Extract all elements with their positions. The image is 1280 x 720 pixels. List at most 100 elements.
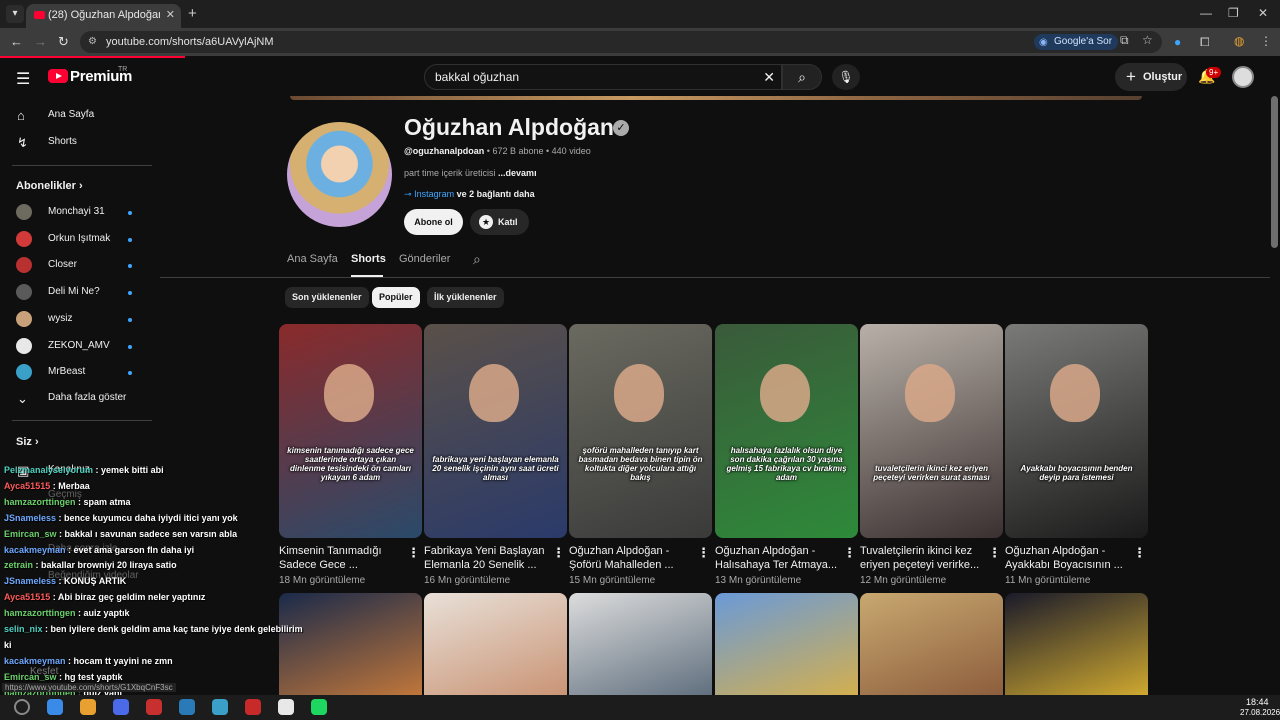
sidebar-item-subscription[interactable]: wysiz bbox=[0, 307, 150, 333]
tab-home[interactable]: Ana Sayfa bbox=[287, 253, 338, 265]
short-thumbnail[interactable]: Ayakkabı boyacısının benden deyip para i… bbox=[1005, 324, 1148, 538]
chat-username[interactable]: JSnameless bbox=[4, 576, 56, 586]
taskbar-app-icon[interactable] bbox=[179, 699, 195, 715]
taskbar-app-icon[interactable] bbox=[278, 699, 294, 715]
taskbar-app-icon[interactable] bbox=[311, 699, 327, 715]
tab-close-icon[interactable]: ✕ bbox=[166, 8, 175, 21]
sidebar-item-shorts[interactable]: ↯ Shorts bbox=[0, 130, 150, 156]
chat-username[interactable]: Pelzmanalyselyorum bbox=[4, 465, 93, 475]
short-thumbnail[interactable] bbox=[715, 593, 858, 703]
search-input[interactable]: bakkal oğuzhan bbox=[435, 70, 519, 84]
taskbar-app-icon[interactable] bbox=[212, 699, 228, 715]
taskbar-app-icon[interactable] bbox=[80, 699, 96, 715]
clock-date[interactable]: 27.08.2026 bbox=[1240, 708, 1280, 717]
bookmark-star-icon[interactable]: ☆ bbox=[1142, 33, 1153, 47]
instagram-link[interactable]: Instagram bbox=[414, 189, 454, 199]
short-title[interactable]: Tuvaletçilerin ikinci kez eriyen peçetey… bbox=[860, 544, 986, 572]
sidebar-item-subscription[interactable]: Deli Mi Ne? bbox=[0, 280, 150, 306]
google-ask-button[interactable]: ◉ Google'a Sor bbox=[1034, 34, 1119, 50]
back-button[interactable]: ← bbox=[10, 34, 23, 49]
chat-username[interactable]: hamzazorttingen bbox=[4, 497, 76, 507]
reload-button[interactable]: ↻ bbox=[58, 34, 69, 50]
forward-button[interactable]: → bbox=[34, 34, 47, 49]
more-options-icon[interactable]: ⋮ bbox=[988, 545, 1001, 561]
chat-username[interactable]: Emircan_sw bbox=[4, 672, 57, 682]
more-options-icon[interactable]: ⋮ bbox=[697, 545, 710, 561]
search-box[interactable]: bakkal oğuzhan ✕ bbox=[424, 64, 782, 90]
chat-username[interactable]: zetrain bbox=[4, 560, 33, 570]
subscriptions-heading[interactable]: Abonelikler › bbox=[16, 180, 83, 192]
site-info-icon[interactable]: ⚙ bbox=[88, 36, 97, 47]
short-thumbnail[interactable] bbox=[569, 593, 712, 703]
taskbar-app-icon[interactable] bbox=[113, 699, 129, 715]
short-title[interactable]: Oğuzhan Alpdoğan - Ayakkabı Boyacısının … bbox=[1005, 544, 1131, 572]
taskbar-app-icon[interactable] bbox=[245, 699, 261, 715]
extension-icon[interactable]: ● bbox=[1174, 35, 1181, 49]
more-options-icon[interactable]: ⋮ bbox=[552, 545, 565, 561]
sidebar-item-home[interactable]: ⌂ Ana Sayfa bbox=[0, 103, 150, 129]
close-window-button[interactable]: ✕ bbox=[1258, 6, 1268, 20]
chat-username[interactable]: Ayca51515 bbox=[4, 592, 50, 602]
short-title[interactable]: Oğuzhan Alpdoğan - Halısahaya Ter Atmaya… bbox=[715, 544, 841, 572]
subscribe-button[interactable]: Abone ol bbox=[404, 209, 463, 235]
more-options-icon[interactable]: ⋮ bbox=[843, 545, 856, 561]
chat-username[interactable]: selin_nix bbox=[4, 624, 43, 634]
chat-username[interactable]: kacakmeyman bbox=[4, 656, 66, 666]
install-app-icon[interactable]: ⧉ bbox=[1120, 33, 1129, 48]
chat-username[interactable]: Ayca51515 bbox=[4, 481, 50, 491]
channel-description[interactable]: part time içerik üreticisi ...devamı bbox=[404, 168, 537, 178]
chip-latest[interactable]: Son yüklenenler bbox=[285, 287, 369, 308]
microphone-icon[interactable]: 🎙 bbox=[832, 64, 860, 90]
description-more-link[interactable]: ...devamı bbox=[498, 168, 537, 178]
short-thumbnail[interactable]: tuvaletçilerin ikinci kez eriyen peçetey… bbox=[860, 324, 1003, 538]
browser-tab[interactable]: (28) Oğuzhan Alpdoğan - YouTube ✕ bbox=[26, 4, 181, 28]
short-thumbnail[interactable] bbox=[860, 593, 1003, 703]
youtube-logo-icon[interactable] bbox=[48, 69, 68, 83]
more-options-icon[interactable]: ⋮ bbox=[407, 545, 420, 561]
sidebar-item-subscription[interactable]: ZEKON_AMV bbox=[0, 334, 150, 360]
short-thumbnail[interactable]: fabrikaya yeni başlayan elemanla 20 sene… bbox=[424, 324, 567, 538]
more-links[interactable]: ve 2 bağlantı daha bbox=[457, 189, 535, 199]
short-thumbnail[interactable] bbox=[1005, 593, 1148, 703]
tab-shorts[interactable]: Shorts bbox=[351, 253, 386, 265]
clear-search-icon[interactable]: ✕ bbox=[763, 69, 775, 86]
short-thumbnail[interactable]: şoförü mahalleden tanıyıp kart basmadan … bbox=[569, 324, 712, 538]
short-thumbnail[interactable]: halısahaya fazlalık olsun diye son dakik… bbox=[715, 324, 858, 538]
taskbar-app-icon[interactable] bbox=[14, 699, 30, 715]
search-button[interactable]: ⌕ bbox=[782, 64, 822, 90]
taskbar-app-icon[interactable] bbox=[146, 699, 162, 715]
chat-username[interactable]: hamzazorttingen bbox=[4, 608, 76, 618]
profile-icon[interactable]: ◍ bbox=[1234, 34, 1244, 48]
channel-links[interactable]: ⊸ Instagram ve 2 bağlantı daha bbox=[404, 189, 535, 200]
clock-time[interactable]: 18:44 bbox=[1246, 697, 1269, 707]
account-avatar[interactable] bbox=[1232, 66, 1254, 88]
channel-search-icon[interactable]: ⌕ bbox=[473, 251, 481, 268]
new-tab-button[interactable]: + bbox=[188, 5, 197, 22]
channel-avatar[interactable] bbox=[287, 122, 392, 227]
extensions-puzzle-icon[interactable]: ⧠ bbox=[1200, 35, 1210, 50]
more-options-icon[interactable]: ⋮ bbox=[1133, 545, 1146, 561]
show-more-button[interactable]: ⌄ Daha fazla göster bbox=[0, 386, 150, 412]
chat-username[interactable]: kacakmeyman bbox=[4, 545, 66, 555]
short-thumbnail[interactable] bbox=[424, 593, 567, 703]
chat-username[interactable]: JSnameless bbox=[4, 513, 56, 523]
chip-oldest[interactable]: İlk yüklenenler bbox=[427, 287, 504, 308]
url-text[interactable]: youtube.com/shorts/a6UAVylAjNM bbox=[106, 36, 274, 48]
chat-username[interactable]: Emircan_sw bbox=[4, 529, 57, 539]
address-bar[interactable]: ⚙ youtube.com/shorts/a6UAVylAjNM ◉ Googl… bbox=[80, 31, 1162, 53]
sidebar-item-subscription[interactable]: Closer bbox=[0, 253, 150, 279]
menu-icon[interactable]: ☰ bbox=[16, 69, 30, 89]
taskbar-app-icon[interactable] bbox=[47, 699, 63, 715]
tab-posts[interactable]: Gönderiler bbox=[399, 253, 450, 265]
create-button[interactable]: + Oluştur bbox=[1115, 63, 1187, 91]
page-scrollbar[interactable] bbox=[1271, 96, 1278, 248]
you-heading[interactable]: Siz › bbox=[16, 436, 39, 448]
join-button[interactable]: ★ Katıl bbox=[470, 209, 529, 235]
sidebar-item-subscription[interactable]: Monchayi 31 bbox=[0, 200, 150, 226]
sidebar-item-subscription[interactable]: Orkun Işıtmak bbox=[0, 227, 150, 253]
restore-button[interactable]: ❐ bbox=[1228, 6, 1239, 20]
minimize-button[interactable]: — bbox=[1200, 6, 1212, 20]
sidebar-item-subscription[interactable]: MrBeast bbox=[0, 360, 150, 386]
browser-menu-icon[interactable]: ⋮ bbox=[1260, 34, 1272, 48]
tab-search-button[interactable]: ▾ bbox=[6, 5, 24, 23]
